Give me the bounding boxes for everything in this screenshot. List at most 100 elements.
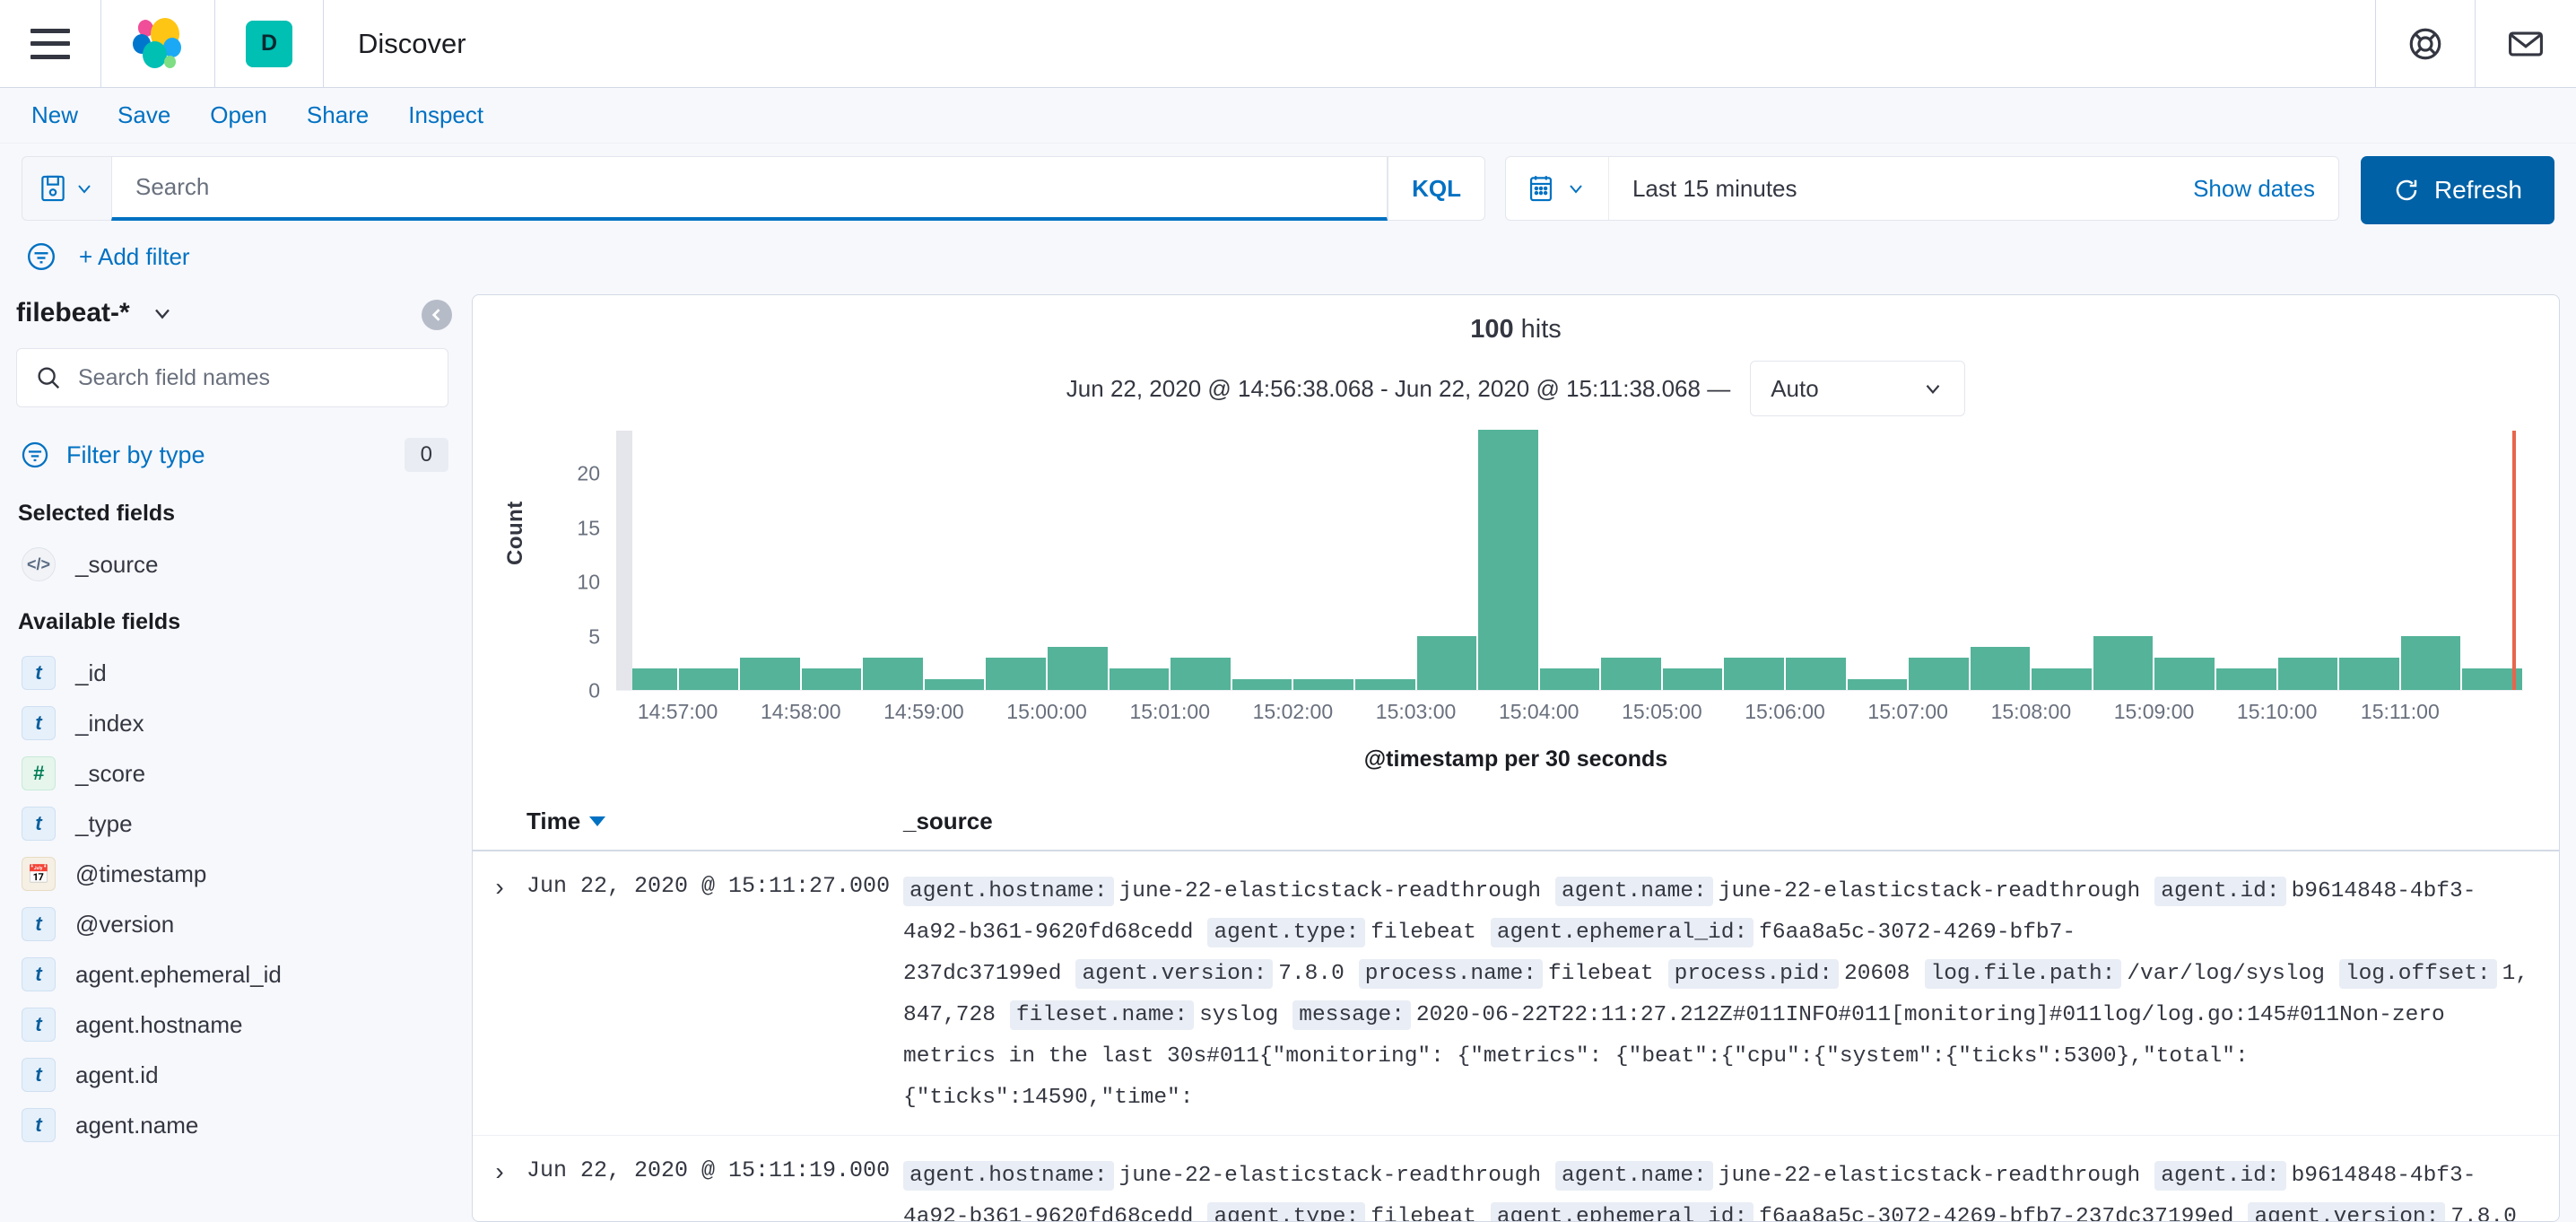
table-row[interactable]: › Jun 22, 2020 @ 15:11:19.000 agent.hostna… xyxy=(473,1136,2559,1221)
histogram-bar-slot[interactable] xyxy=(862,431,924,690)
mail-button[interactable] xyxy=(2476,0,2576,87)
histogram-bar-slot[interactable] xyxy=(985,431,1047,690)
histogram-bar[interactable] xyxy=(1109,668,1170,690)
field-item-version[interactable]: t @version xyxy=(16,899,448,949)
histogram-bar[interactable] xyxy=(986,657,1047,690)
search-field-names-input[interactable] xyxy=(76,363,430,392)
histogram-bar-slot[interactable] xyxy=(739,431,801,690)
menu-item-open[interactable]: Open xyxy=(190,101,287,129)
histogram-bar-slot[interactable] xyxy=(1416,431,1478,690)
histogram-bar-slot[interactable] xyxy=(2338,431,2400,690)
menu-item-new[interactable]: New xyxy=(18,101,98,129)
histogram-bar[interactable] xyxy=(1847,678,1908,690)
collapse-sidebar-button[interactable] xyxy=(422,300,452,330)
histogram-bar-slot[interactable] xyxy=(1970,431,2032,690)
histogram-bar[interactable] xyxy=(2154,657,2215,690)
field-item-agent-id[interactable]: t agent.id xyxy=(16,1050,448,1100)
column-header-source[interactable]: _source xyxy=(903,807,2559,835)
histogram-bar[interactable] xyxy=(863,657,923,690)
histogram-bar-slot[interactable] xyxy=(1354,431,1416,690)
refresh-button[interactable]: Refresh xyxy=(2360,156,2554,224)
saved-query-button[interactable] xyxy=(22,156,111,221)
histogram-bar[interactable] xyxy=(2093,635,2154,690)
menu-item-share[interactable]: Share xyxy=(287,101,388,129)
field-item-_type[interactable]: t _type xyxy=(16,799,448,849)
histogram-bar-slot[interactable] xyxy=(1539,431,1601,690)
histogram-bar[interactable] xyxy=(1354,678,1415,690)
filter-list-icon[interactable] xyxy=(25,240,57,273)
column-header-time[interactable]: Time xyxy=(527,807,903,835)
histogram-bar[interactable] xyxy=(1231,678,1292,690)
histogram-bar[interactable] xyxy=(740,657,800,690)
histogram-bar[interactable] xyxy=(1724,657,1784,690)
field-search-wrapper[interactable] xyxy=(16,348,448,407)
histogram-bar-slot[interactable] xyxy=(2154,431,2215,690)
histogram-bar[interactable] xyxy=(678,668,739,690)
histogram-bar[interactable] xyxy=(1909,657,1969,690)
histogram-bar-slot[interactable] xyxy=(1785,431,1847,690)
histogram-bar-slot[interactable] xyxy=(2277,431,2339,690)
histogram-bar-slot[interactable] xyxy=(2400,431,2462,690)
histogram-bar-slot[interactable] xyxy=(1662,431,1724,690)
histogram-bar[interactable] xyxy=(1970,646,2031,690)
query-language-button[interactable]: KQL xyxy=(1388,156,1485,221)
search-input[interactable] xyxy=(134,172,1366,202)
field-item-_index[interactable]: t _index xyxy=(16,698,448,748)
histogram-bar-slot[interactable] xyxy=(1292,431,1354,690)
field-item-_source[interactable]: </> _source xyxy=(16,539,448,589)
histogram-bar[interactable] xyxy=(1539,668,1600,690)
hamburger-menu-icon[interactable] xyxy=(30,28,70,59)
table-row[interactable]: › Jun 22, 2020 @ 15:11:27.000 agent.hostna… xyxy=(473,851,2559,1136)
histogram-bar[interactable] xyxy=(1478,430,1538,690)
field-item-_score[interactable]: # _score xyxy=(16,748,448,799)
histogram-bar-slot[interactable] xyxy=(801,431,863,690)
field-item-agent-hostname[interactable]: t agent.hostname xyxy=(16,999,448,1050)
field-item-_id[interactable]: t _id xyxy=(16,648,448,698)
histogram-bar[interactable] xyxy=(801,668,862,690)
histogram-bar[interactable] xyxy=(1416,635,1477,690)
interval-select[interactable]: Auto xyxy=(1750,361,1966,416)
date-quick-select-button[interactable] xyxy=(1506,157,1609,220)
time-range-value[interactable]: Last 15 minutes xyxy=(1609,175,2193,203)
histogram-bar-slot[interactable] xyxy=(2093,431,2154,690)
histogram-bar-slot[interactable] xyxy=(1231,431,1293,690)
histogram-bar-slot[interactable] xyxy=(924,431,986,690)
add-filter-button[interactable]: + Add filter xyxy=(79,243,190,271)
expand-row-icon[interactable]: › xyxy=(473,871,527,1119)
histogram-chart[interactable]: Count 0 5 10 15 20 14:57:00 14:58:00 14:59:00 1… xyxy=(503,430,2523,790)
menu-button[interactable] xyxy=(0,0,101,87)
show-dates-button[interactable]: Show dates xyxy=(2193,175,2338,203)
histogram-bar[interactable] xyxy=(1662,668,1723,690)
histogram-bar-slot[interactable] xyxy=(1047,431,1109,690)
histogram-bar[interactable] xyxy=(1785,657,1846,690)
field-item-agent-ephemeral-id[interactable]: t agent.ephemeral_id xyxy=(16,949,448,999)
filter-by-type-button[interactable]: Filter by type 0 xyxy=(16,431,448,481)
histogram-bar-slot[interactable] xyxy=(678,431,740,690)
histogram-bar[interactable] xyxy=(2216,668,2276,690)
expand-row-icon[interactable]: › xyxy=(473,1156,527,1221)
search-input-wrapper[interactable] xyxy=(111,156,1388,221)
histogram-bar-slot[interactable] xyxy=(1908,431,1970,690)
histogram-bar[interactable] xyxy=(2400,635,2461,690)
chart-plot-area[interactable] xyxy=(616,430,2523,691)
histogram-bar[interactable] xyxy=(2032,668,2092,690)
histogram-bar-slot[interactable] xyxy=(1477,430,1539,690)
histogram-bar[interactable] xyxy=(1171,657,1231,690)
histogram-bar[interactable] xyxy=(1048,646,1108,690)
histogram-bar[interactable] xyxy=(924,678,985,690)
histogram-bar[interactable] xyxy=(2277,657,2338,690)
histogram-bar-slot[interactable] xyxy=(1170,431,1231,690)
index-pattern-selector[interactable]: filebeat-* xyxy=(16,287,448,348)
histogram-bar-slot[interactable] xyxy=(1847,431,1909,690)
field-item-timestamp[interactable]: 📅 @timestamp xyxy=(16,849,448,899)
help-button[interactable] xyxy=(2376,0,2476,87)
field-item-agent-name[interactable]: t agent.name xyxy=(16,1100,448,1150)
histogram-bar-slot[interactable] xyxy=(2031,431,2093,690)
histogram-bar-slot[interactable] xyxy=(1600,431,1662,690)
histogram-bar[interactable] xyxy=(1293,678,1353,690)
sort-descending-icon[interactable] xyxy=(589,816,606,826)
histogram-bar[interactable] xyxy=(1601,657,1661,690)
histogram-bar-slot[interactable] xyxy=(1723,431,1785,690)
histogram-bar-slot[interactable] xyxy=(1109,431,1171,690)
elastic-logo-link[interactable] xyxy=(101,0,215,87)
